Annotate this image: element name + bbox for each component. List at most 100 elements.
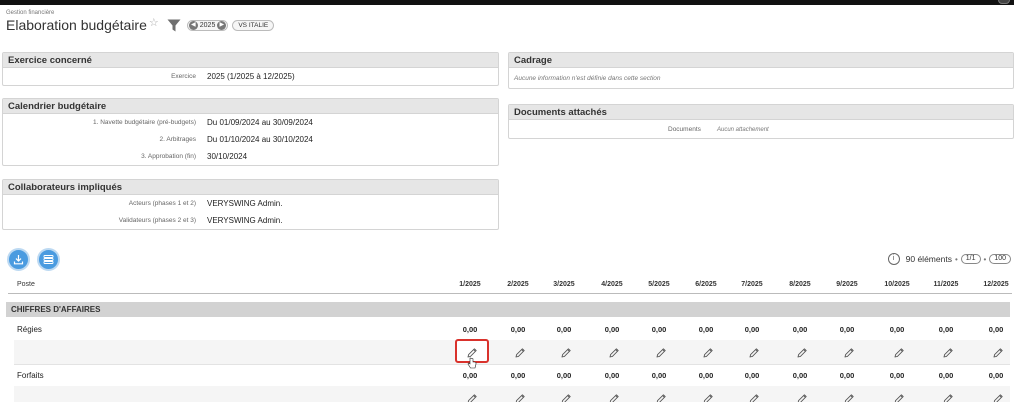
column-month[interactable]: 1/2025 bbox=[450, 281, 490, 288]
pencil-icon[interactable] bbox=[748, 346, 760, 358]
column-month[interactable]: 8/2025 bbox=[780, 281, 820, 288]
panel-collaborateurs: Collaborateurs impliqués Acteurs (phases… bbox=[2, 179, 499, 230]
pencil-icon[interactable] bbox=[466, 392, 478, 402]
pencil-icon[interactable] bbox=[560, 392, 572, 402]
navette-label: 1. Navette budgétaire (pré-budgets) bbox=[93, 119, 196, 126]
cell-value: 0,00 bbox=[792, 371, 808, 380]
column-month[interactable]: 3/2025 bbox=[544, 281, 584, 288]
info-icon[interactable]: i bbox=[887, 253, 900, 265]
pencil-icon[interactable] bbox=[796, 392, 808, 402]
pencil-icon[interactable] bbox=[608, 392, 620, 402]
documents-label: Documents bbox=[668, 126, 701, 133]
view-options-button[interactable] bbox=[37, 248, 60, 271]
cadrage-note: Aucune information n'est définie dans ce… bbox=[514, 75, 661, 82]
cell-value: 0,00 bbox=[604, 325, 620, 334]
pencil-icon[interactable] bbox=[655, 392, 667, 402]
panel-cadrage: Cadrage Aucune information n'est définie… bbox=[508, 52, 1014, 89]
column-month[interactable]: 5/2025 bbox=[639, 281, 679, 288]
page-indicator[interactable]: 1/1 bbox=[960, 254, 981, 264]
pencil-icon[interactable] bbox=[796, 346, 808, 358]
arbitrages-value: Du 01/10/2024 au 30/10/2024 bbox=[207, 135, 313, 144]
list-count: i 90 éléments • 1/1 • 100 bbox=[887, 253, 1011, 265]
documents-row: Documents Aucun attachement bbox=[509, 120, 1013, 142]
cell-value: 0,00 bbox=[744, 325, 760, 334]
panel-documents: Documents attachés Documents Aucun attac… bbox=[508, 104, 1014, 139]
acteurs-value: VERYSWING Admin. bbox=[207, 199, 283, 208]
pencil-icon[interactable] bbox=[702, 346, 714, 358]
column-month[interactable]: 9/2025 bbox=[827, 281, 867, 288]
window-corner-control[interactable] bbox=[998, 0, 1010, 4]
edit-row bbox=[14, 340, 1010, 364]
cell-value: 0,00 bbox=[462, 371, 478, 380]
documents-value: Aucun attachement bbox=[717, 127, 769, 133]
approbation-label: 3. Approbation (fin) bbox=[141, 153, 196, 160]
separator-dot: • bbox=[954, 254, 958, 264]
acteurs-label: Acteurs (phases 1 et 2) bbox=[128, 200, 196, 207]
company-chip[interactable]: VS ITALIE bbox=[232, 19, 275, 31]
cell-value: 0,00 bbox=[938, 325, 954, 334]
edit-row bbox=[14, 386, 1010, 402]
pencil-icon[interactable] bbox=[655, 346, 667, 358]
chevron-left-icon[interactable]: ◀ bbox=[188, 20, 198, 30]
cell-value: 0,00 bbox=[604, 371, 620, 380]
calendrier-row-approbation: 3. Approbation (fin) 30/10/2024 bbox=[3, 148, 498, 165]
cell-value: 0,00 bbox=[889, 325, 905, 334]
pencil-icon[interactable] bbox=[893, 346, 905, 358]
download-icon bbox=[13, 255, 24, 265]
pencil-icon[interactable] bbox=[702, 392, 714, 402]
row-divider bbox=[14, 364, 1010, 365]
title-bar: Elaboration budgétaire ☆ ◀ 2025 ▶ VS ITA… bbox=[6, 16, 275, 34]
column-poste[interactable]: Poste bbox=[17, 281, 35, 288]
pencil-icon[interactable] bbox=[942, 392, 954, 402]
table-header: Poste 1/2025 2/2025 3/2025 4/2025 5/2025 6/20… bbox=[8, 278, 1012, 294]
pencil-icon[interactable] bbox=[843, 392, 855, 402]
panel-cadrage-title: Cadrage bbox=[509, 53, 1013, 68]
pencil-icon[interactable] bbox=[560, 346, 572, 358]
cell-value: 0,00 bbox=[556, 371, 572, 380]
column-month[interactable]: 2/2025 bbox=[498, 281, 538, 288]
cell-value: 0,00 bbox=[938, 371, 954, 380]
column-month[interactable]: 7/2025 bbox=[732, 281, 772, 288]
cell-value: 0,00 bbox=[651, 371, 667, 380]
pencil-icon[interactable] bbox=[843, 346, 855, 358]
pencil-icon[interactable] bbox=[942, 346, 954, 358]
element-count-unit: éléments bbox=[917, 254, 952, 264]
column-month[interactable]: 4/2025 bbox=[592, 281, 632, 288]
cell-value: 0,00 bbox=[744, 371, 760, 380]
column-month[interactable]: 11/2025 bbox=[926, 281, 966, 288]
pencil-icon[interactable] bbox=[748, 392, 760, 402]
pencil-icon[interactable] bbox=[893, 392, 905, 402]
pencil-icon[interactable] bbox=[992, 346, 1004, 358]
top-bar bbox=[0, 0, 1014, 5]
pencil-icon[interactable] bbox=[514, 346, 526, 358]
chevron-right-icon[interactable]: ▶ bbox=[217, 20, 227, 30]
list-settings-icon bbox=[43, 255, 54, 264]
column-month[interactable]: 6/2025 bbox=[686, 281, 726, 288]
panel-collaborateurs-title: Collaborateurs impliqués bbox=[3, 180, 498, 195]
panel-calendrier: Calendrier budgétaire 1. Navette budgéta… bbox=[2, 98, 499, 166]
per-page-selector[interactable]: 100 bbox=[989, 254, 1011, 264]
cell-value: 0,00 bbox=[988, 371, 1004, 380]
column-month[interactable]: 12/2025 bbox=[976, 281, 1014, 288]
element-count: 90 bbox=[905, 254, 916, 264]
export-button[interactable] bbox=[7, 248, 30, 271]
cell-value: 0,00 bbox=[698, 325, 714, 334]
year-selector: ◀ 2025 ▶ bbox=[186, 19, 229, 31]
panel-calendrier-title: Calendrier budgétaire bbox=[3, 99, 498, 114]
pencil-icon[interactable] bbox=[608, 346, 620, 358]
navette-value: Du 01/09/2024 au 30/09/2024 bbox=[207, 118, 313, 127]
year-value: 2025 bbox=[199, 21, 216, 29]
pencil-icon[interactable] bbox=[514, 392, 526, 402]
star-icon[interactable]: ☆ bbox=[149, 16, 159, 29]
column-month[interactable]: 10/2025 bbox=[877, 281, 917, 288]
exercice-row: Exercice 2025 (1/2025 à 12/2025) bbox=[3, 68, 498, 85]
panel-exercice: Exercice concerné Exercice 2025 (1/2025 … bbox=[2, 52, 499, 86]
row-label: Forfaits bbox=[17, 371, 44, 380]
cell-value: 0,00 bbox=[889, 371, 905, 380]
funnel-icon[interactable] bbox=[167, 19, 181, 32]
cell-value: 0,00 bbox=[792, 325, 808, 334]
cell-value: 0,00 bbox=[556, 325, 572, 334]
cell-value: 0,00 bbox=[651, 325, 667, 334]
pencil-icon[interactable] bbox=[992, 392, 1004, 402]
page-title: Elaboration budgétaire bbox=[6, 17, 147, 33]
